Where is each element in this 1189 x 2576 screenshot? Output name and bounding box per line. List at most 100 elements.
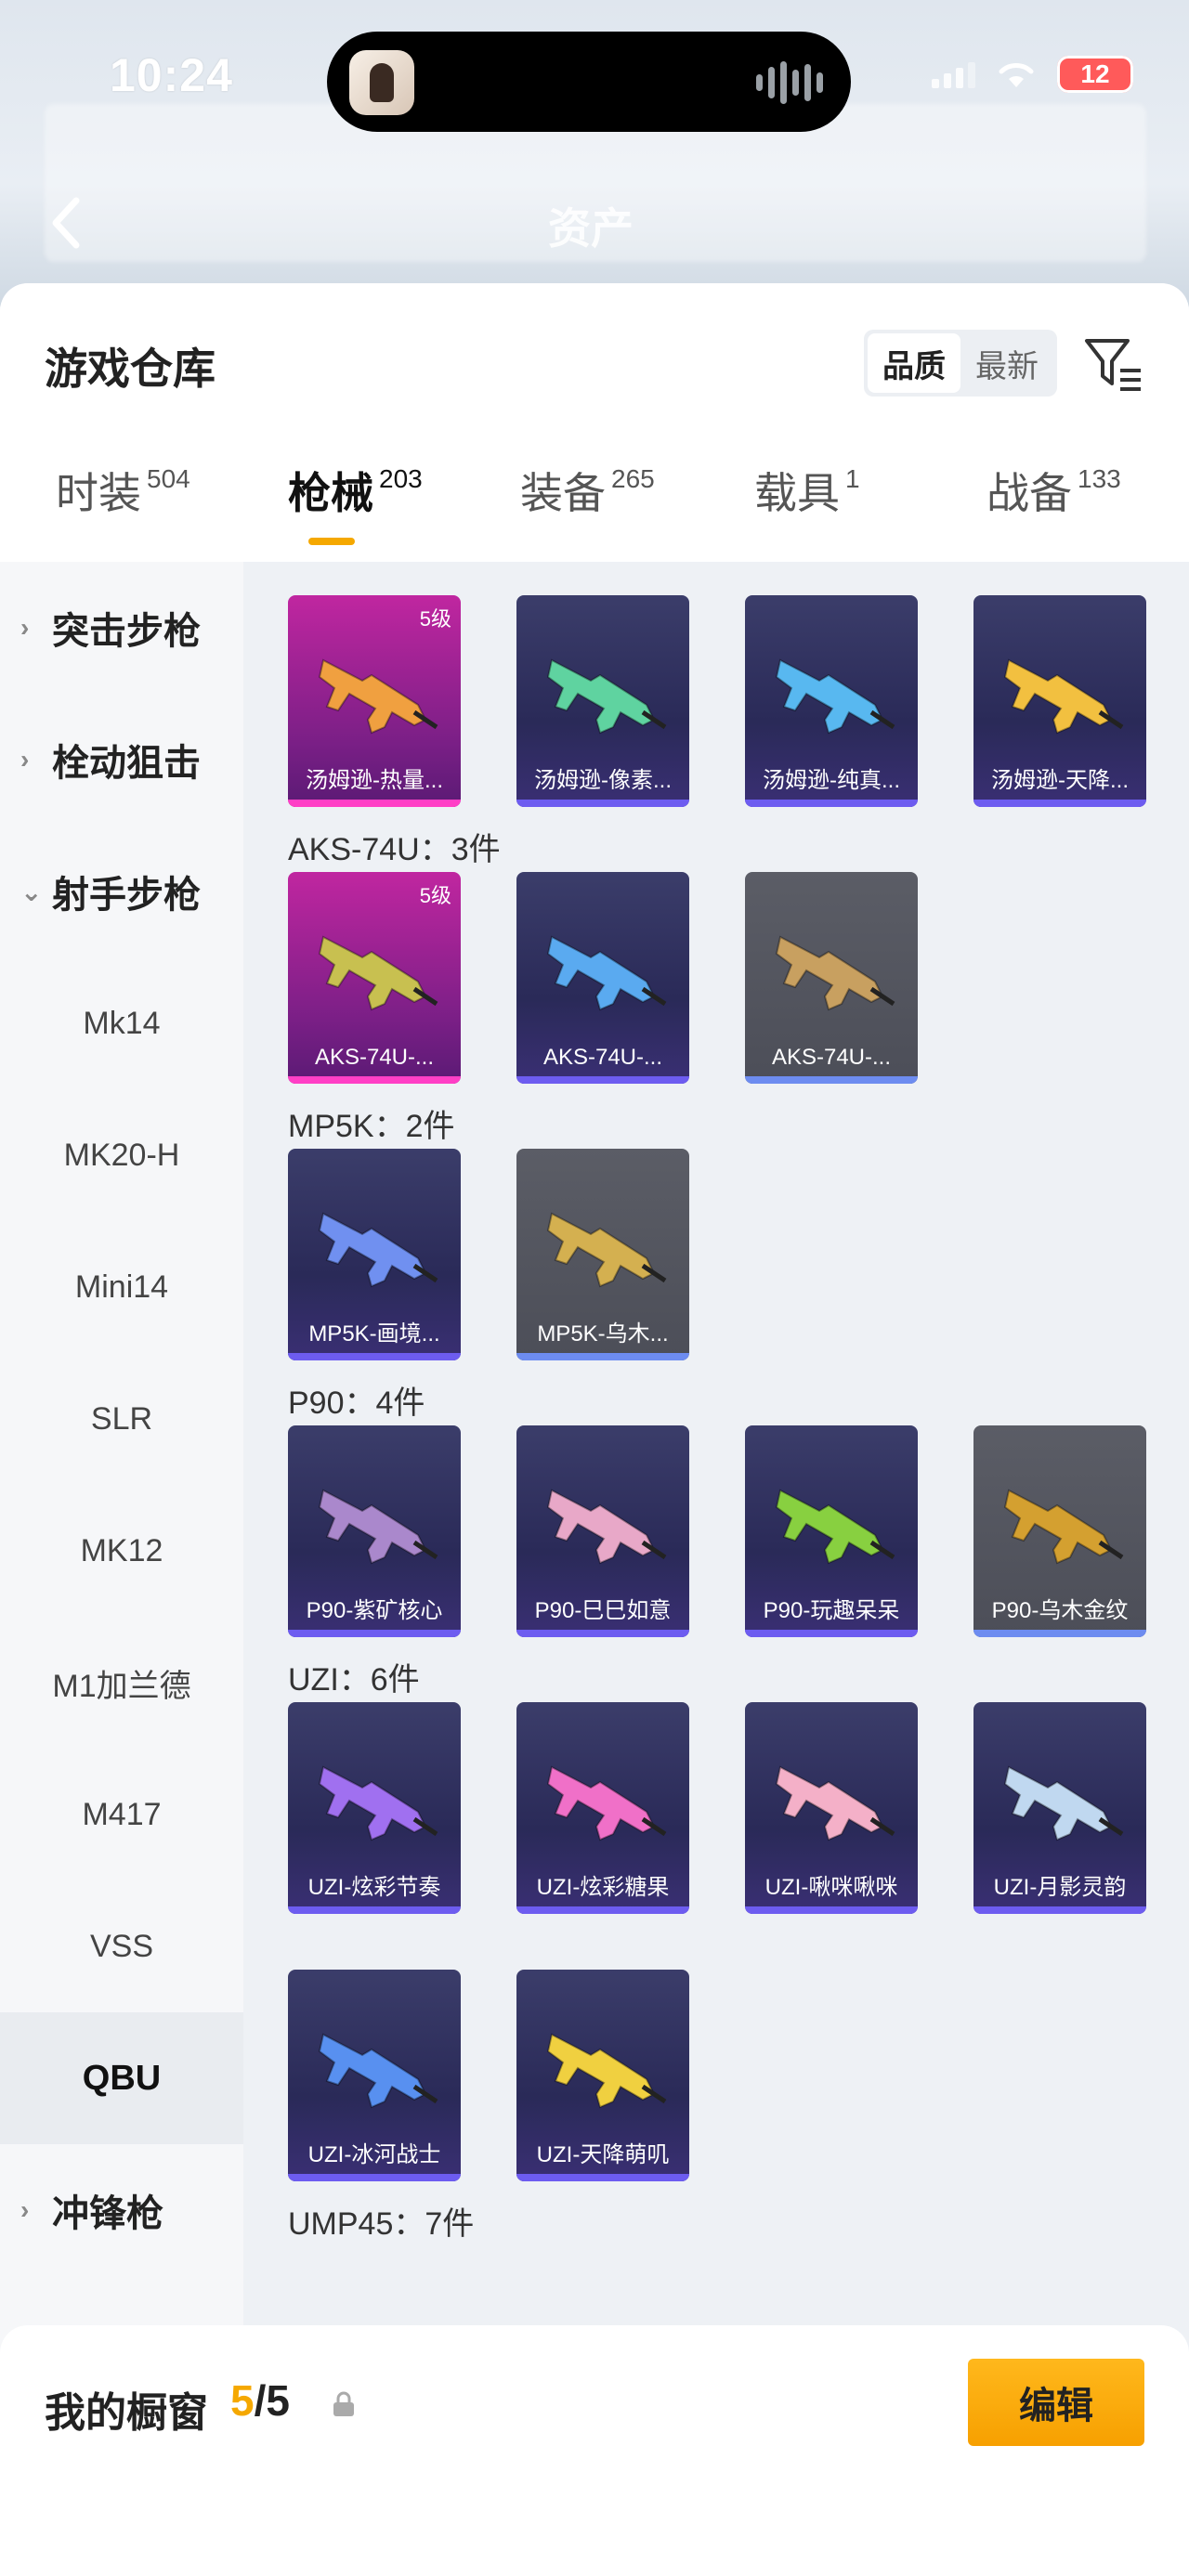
tab-gear[interactable]: 战备 133 bbox=[986, 460, 1121, 521]
rarity-strip bbox=[745, 800, 918, 807]
skin-card[interactable]: UZI-啾咪啾咪 bbox=[745, 1702, 918, 1914]
tab-vehicles[interactable]: 载具 1 bbox=[754, 460, 860, 521]
skin-name: MP5K-乌木... bbox=[537, 1321, 669, 1347]
cellular-signal-icon bbox=[932, 60, 975, 88]
back-button[interactable] bbox=[46, 195, 84, 260]
skin-card[interactable]: AKS-74U-... bbox=[745, 872, 918, 1084]
sidebar-item-marksman-rifle[interactable]: ⌄ 射手步枪 bbox=[0, 826, 243, 957]
skin-card[interactable]: P90-巳巳如意 bbox=[516, 1425, 689, 1637]
skin-card[interactable]: UZI-冰河战士 bbox=[288, 1970, 461, 2181]
sidebar-subitem-vss[interactable]: VSS bbox=[0, 1880, 243, 2012]
skin-name: 汤姆逊-纯真... bbox=[763, 768, 900, 793]
skin-card[interactable]: UZI-炫彩节奏 bbox=[288, 1702, 461, 1914]
sidebar-subitem-mk20h[interactable]: MK20-H bbox=[0, 1089, 243, 1221]
chevron-left-icon bbox=[52, 197, 80, 249]
skin-card[interactable]: P90-乌木金纹 bbox=[973, 1425, 1146, 1637]
skin-name: 汤姆逊-天降... bbox=[991, 768, 1129, 793]
skin-card[interactable]: 汤姆逊-像素... bbox=[516, 595, 689, 807]
rarity-strip bbox=[745, 1906, 918, 1914]
sidebar-subitem-mk12[interactable]: MK12 bbox=[0, 1485, 243, 1617]
sidebar-item-label: 冲锋枪 bbox=[52, 2193, 163, 2234]
weapon-skin-icon bbox=[775, 658, 895, 735]
sidebar-item-smg[interactable]: › 冲锋枪 bbox=[0, 2144, 243, 2276]
sort-toggle: 品质 最新 bbox=[864, 330, 1057, 397]
tab-firearms[interactable]: 枪械 203 bbox=[288, 460, 423, 521]
status-icons: 12 bbox=[932, 56, 1133, 93]
skin-card[interactable]: 5级 AKS-74U-... bbox=[288, 872, 461, 1084]
tab-count: 203 bbox=[379, 464, 423, 493]
tab-count: 265 bbox=[611, 464, 655, 493]
skin-card[interactable]: MP5K-乌木... bbox=[516, 1149, 689, 1360]
tab-label: 枪械 bbox=[288, 469, 373, 517]
sidebar-item-label: 突击步枪 bbox=[52, 611, 201, 652]
weapon-skin-icon bbox=[546, 2033, 667, 2109]
weapon-skin-icon bbox=[546, 1489, 667, 1565]
sidebar-subitem-m417[interactable]: M417 bbox=[0, 1749, 243, 1880]
sidebar-item-label: 射手步枪 bbox=[52, 875, 201, 916]
skin-card[interactable]: P90-紫矿核心 bbox=[288, 1425, 461, 1637]
skin-card[interactable]: 5级 汤姆逊-热量... bbox=[288, 595, 461, 807]
rarity-strip bbox=[288, 1630, 461, 1637]
status-time: 10:24 bbox=[110, 49, 233, 101]
skin-card[interactable]: MP5K-画境... bbox=[288, 1149, 461, 1360]
skin-name: 汤姆逊-热量... bbox=[306, 768, 443, 793]
rarity-strip bbox=[288, 1353, 461, 1360]
sidebar-item-label: 栓动狙击 bbox=[52, 743, 201, 784]
showcase-title: 我的橱窗 bbox=[45, 2390, 208, 2436]
weapon-skin-icon bbox=[318, 658, 438, 735]
sidebar-subitem-slr[interactable]: SLR bbox=[0, 1353, 243, 1485]
filter-icon[interactable] bbox=[1081, 332, 1144, 395]
skin-card[interactable]: UZI-月影灵韵 bbox=[973, 1702, 1146, 1914]
rarity-strip bbox=[288, 1906, 461, 1914]
nav-title: 资产 bbox=[548, 204, 634, 253]
showcase-total: 5 bbox=[266, 2376, 290, 2425]
skin-name: AKS-74U-... bbox=[314, 1045, 435, 1070]
tab-label: 战备 bbox=[986, 469, 1072, 517]
dynamic-island bbox=[327, 32, 851, 132]
tab-equipment[interactable]: 装备 265 bbox=[520, 460, 655, 521]
sort-newest-option[interactable]: 最新 bbox=[960, 333, 1053, 393]
rarity-strip bbox=[516, 1906, 689, 1914]
edit-showcase-button[interactable]: 编辑 bbox=[968, 2359, 1144, 2446]
rarity-strip bbox=[516, 1353, 689, 1360]
rarity-strip bbox=[288, 1076, 461, 1084]
group-label: P90：4件 bbox=[288, 1386, 425, 1421]
lock-icon bbox=[333, 2391, 354, 2416]
skin-card[interactable]: P90-玩趣呆呆 bbox=[745, 1425, 918, 1637]
skin-card[interactable]: UZI-炫彩糖果 bbox=[516, 1702, 689, 1914]
group-label: MP5K：2件 bbox=[288, 1109, 455, 1144]
tab-outfit[interactable]: 时装 504 bbox=[56, 460, 190, 521]
sidebar-subitem-qbu[interactable]: QBU bbox=[0, 2012, 243, 2144]
warehouse-header: 游戏仓库 品质 最新 时装 504 枪械 203 装备 265 载具 1 战备 … bbox=[0, 283, 1189, 562]
sidebar-item-assault-rifle[interactable]: › 突击步枪 bbox=[0, 562, 243, 694]
weapon-skin-icon bbox=[318, 2033, 438, 2109]
sort-quality-option[interactable]: 品质 bbox=[868, 333, 960, 393]
skin-name: UZI-炫彩节奏 bbox=[307, 1875, 441, 1900]
skin-card[interactable]: UZI-天降萌叽 bbox=[516, 1970, 689, 2181]
skin-name: P90-巳巳如意 bbox=[534, 1598, 672, 1623]
audio-wave-icon bbox=[756, 61, 823, 104]
tab-count: 504 bbox=[147, 464, 190, 493]
weapon-skin-icon bbox=[1003, 1489, 1124, 1565]
sidebar-subitem-mk14[interactable]: Mk14 bbox=[0, 957, 243, 1089]
tab-label: 装备 bbox=[520, 469, 606, 517]
category-tabs: 时装 504 枪械 203 装备 265 载具 1 战备 133 bbox=[0, 460, 1189, 562]
tab-label: 时装 bbox=[56, 469, 141, 517]
weapon-skin-icon bbox=[1003, 1765, 1124, 1841]
skin-card[interactable]: 汤姆逊-天降... bbox=[973, 595, 1146, 807]
rarity-strip bbox=[973, 800, 1146, 807]
sidebar-item-bolt-sniper[interactable]: › 栓动狙击 bbox=[0, 694, 243, 826]
skin-name: UZI-炫彩糖果 bbox=[536, 1875, 670, 1900]
sidebar-subitem-mini14[interactable]: Mini14 bbox=[0, 1221, 243, 1353]
skin-card[interactable]: AKS-74U-... bbox=[516, 872, 689, 1084]
skin-level-badge: 5级 bbox=[419, 884, 451, 907]
rarity-strip bbox=[288, 800, 461, 807]
rarity-strip bbox=[288, 2174, 461, 2181]
skin-card[interactable]: 汤姆逊-纯真... bbox=[745, 595, 918, 807]
skin-name: UZI-冰河战士 bbox=[307, 2142, 441, 2167]
group-label: AKS-74U：3件 bbox=[288, 832, 501, 867]
sidebar-subitem-m1-garand[interactable]: M1加兰德 bbox=[0, 1617, 243, 1749]
skin-name: UZI-月影灵韵 bbox=[993, 1875, 1127, 1900]
rarity-strip bbox=[973, 1906, 1146, 1914]
weapon-type-sidebar: › 突击步枪 › 栓动狙击 ⌄ 射手步枪 Mk14 MK20-H Mini14 … bbox=[0, 562, 243, 2368]
